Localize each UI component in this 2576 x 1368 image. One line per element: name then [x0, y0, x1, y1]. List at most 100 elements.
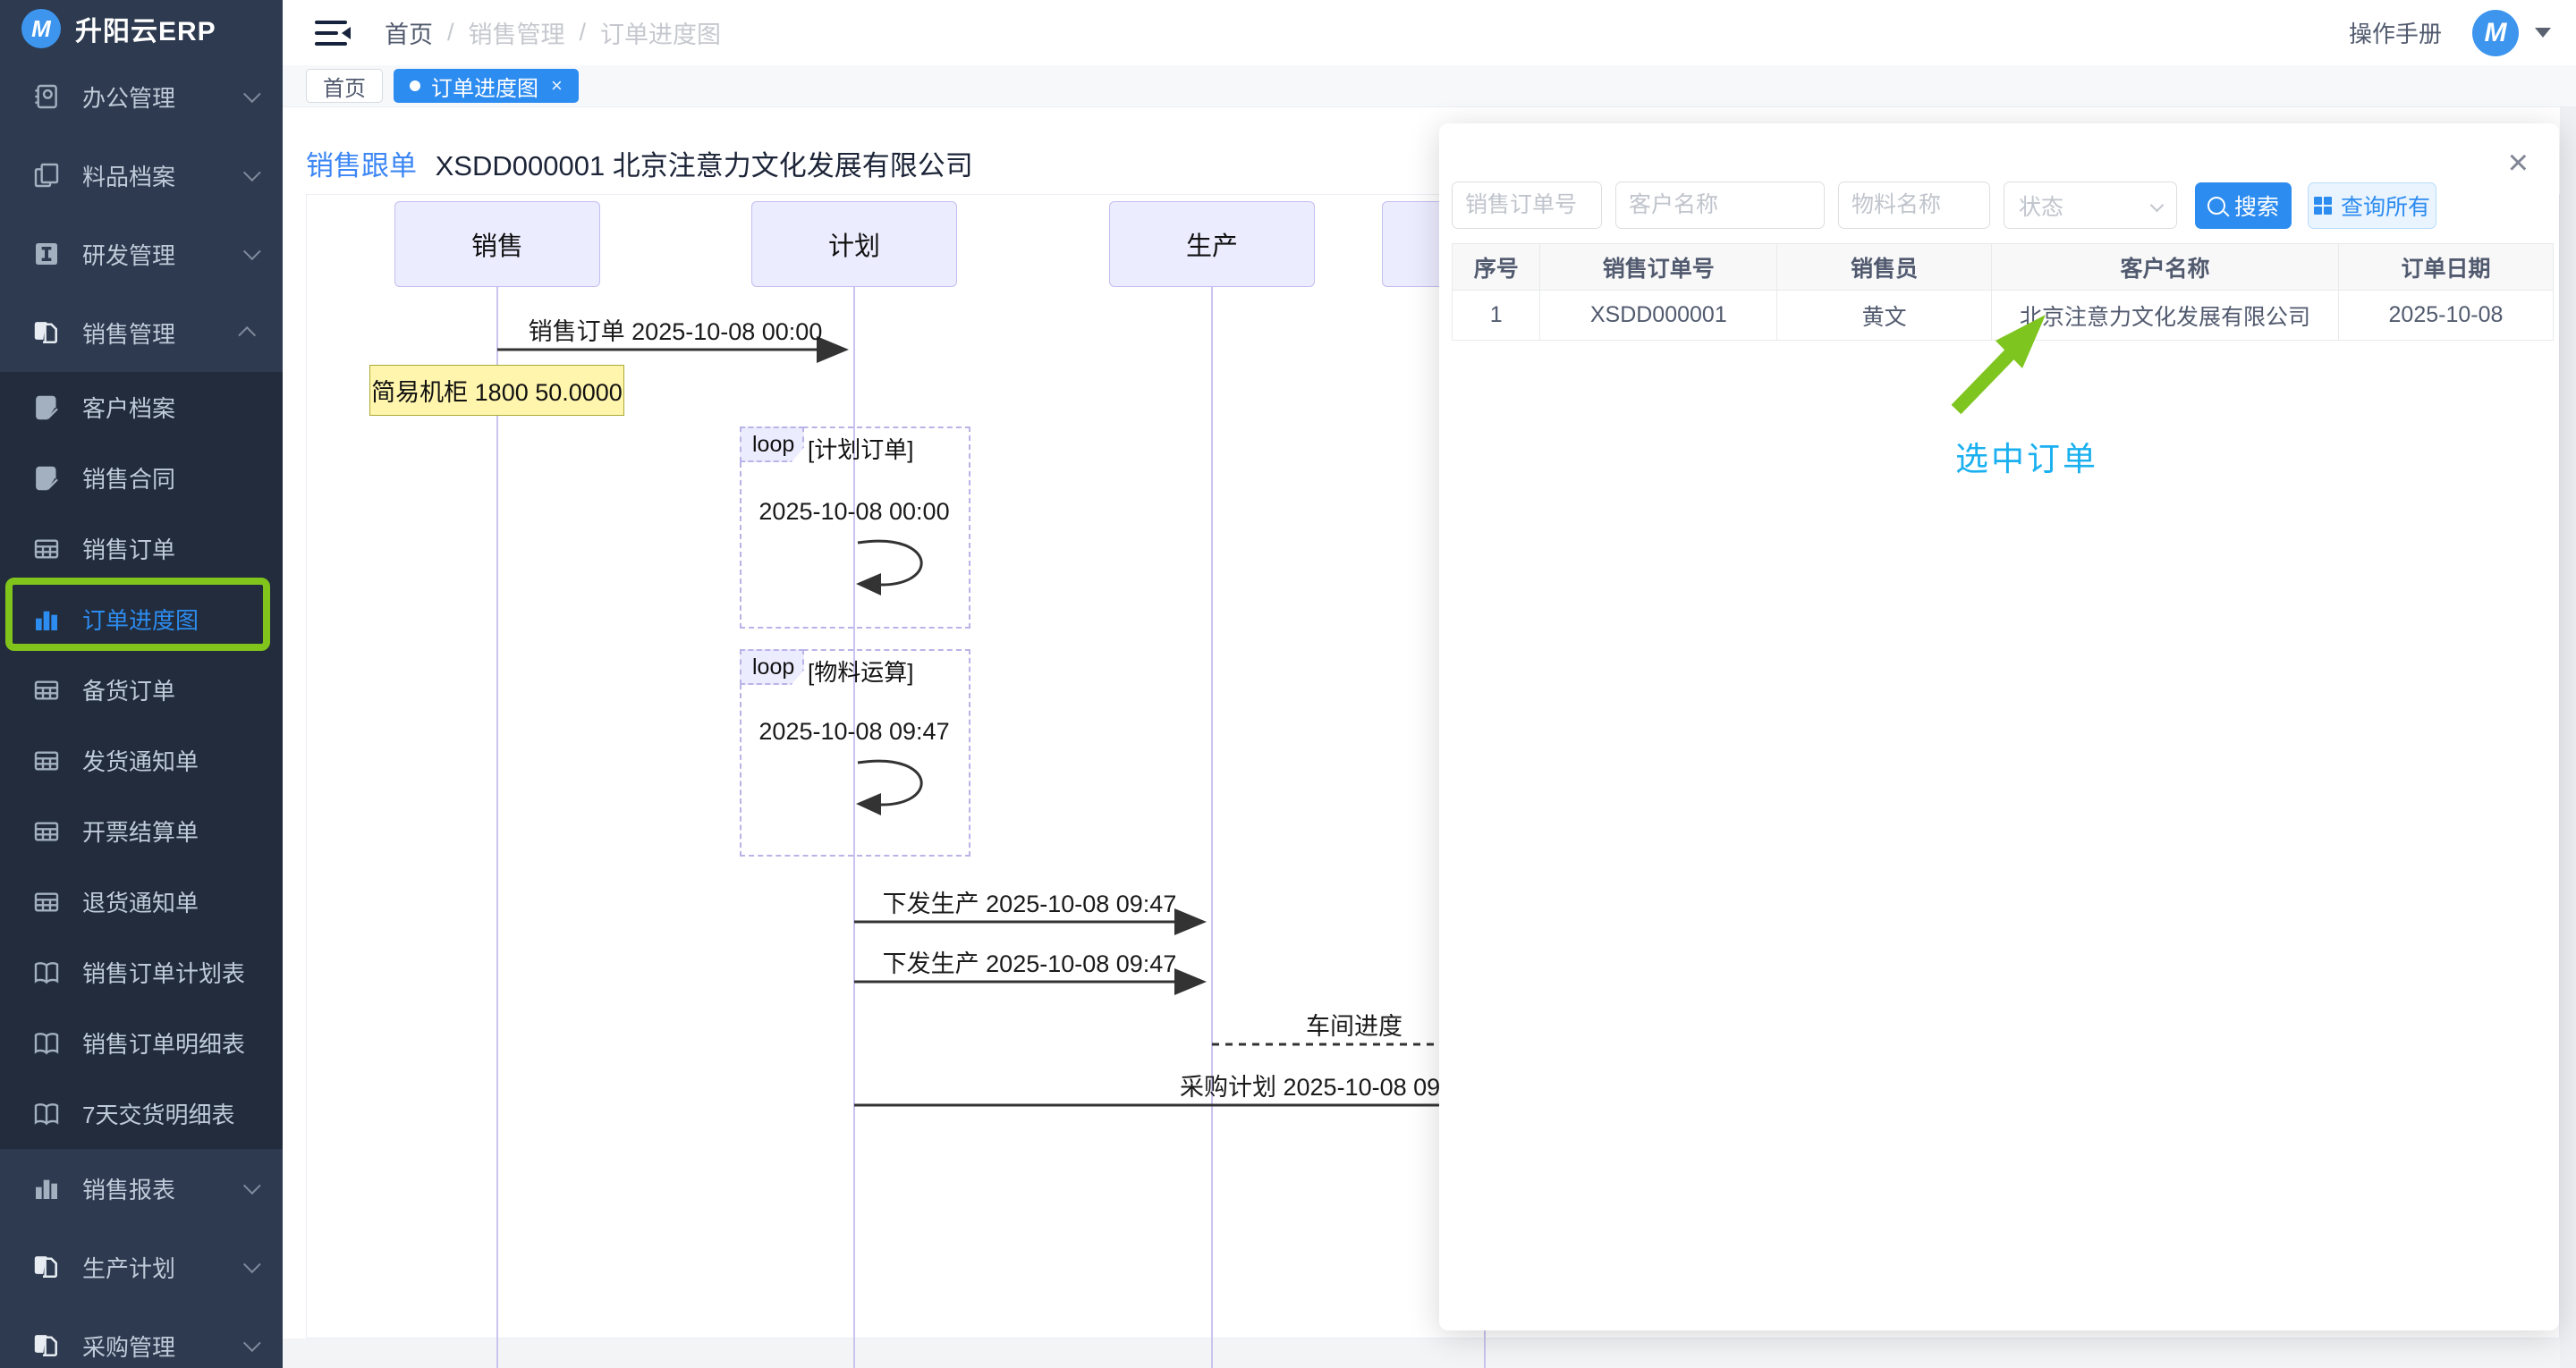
- tab-label: 订单进度图: [431, 71, 538, 102]
- doc-edit-icon: [32, 464, 61, 493]
- page-title-link[interactable]: 销售跟单: [306, 150, 417, 182]
- sidebar-item-office[interactable]: 办公管理: [0, 57, 283, 136]
- sidebar-item-label: 销售管理: [82, 317, 175, 350]
- bottom-strip: [283, 1338, 2560, 1368]
- tab-close-icon[interactable]: ×: [551, 76, 563, 96]
- clipboard-icon: [32, 82, 61, 111]
- sidebar-item-sales-report[interactable]: 销售报表: [0, 1149, 283, 1228]
- sidebar-item-7day-delivery-report[interactable]: 7天交货明细表: [0, 1078, 283, 1149]
- chevron-down-icon: [243, 242, 261, 260]
- query-all-button[interactable]: 查询所有: [2308, 182, 2436, 229]
- sidebar-item-label: 销售合同: [82, 461, 175, 494]
- chevron-down-icon: [243, 1177, 261, 1195]
- sidebar-item-sales[interactable]: 销售管理: [0, 293, 283, 372]
- table-icon: [32, 888, 61, 916]
- page-title-text: XSDD000001 北京注意力文化发展有限公司: [436, 150, 973, 182]
- table-icon: [32, 747, 61, 775]
- file-copy-icon: [32, 1253, 61, 1281]
- green-arrow-annotation: [1940, 309, 2056, 421]
- search-button[interactable]: 搜索: [2195, 182, 2292, 229]
- breadcrumb: 首页 / 销售管理 / 订单进度图: [385, 15, 721, 50]
- tabbar: 首页 订单进度图 ×: [283, 65, 2576, 107]
- cell-index: 1: [1453, 291, 1540, 341]
- app-logo-icon: M: [21, 9, 61, 48]
- file-copy-icon: [32, 318, 61, 347]
- sidebar-item-purchase[interactable]: 采购管理: [0, 1306, 283, 1368]
- status-select[interactable]: 状态: [2004, 182, 2177, 229]
- col-header-salesperson: 销售员: [1777, 244, 1992, 291]
- sidebar-item-order-progress[interactable]: 订单进度图: [0, 584, 283, 654]
- sidebar-item-label: 销售报表: [82, 1172, 175, 1205]
- sidebar-item-label: 备货订单: [82, 673, 175, 706]
- chevron-down-icon: [2150, 198, 2165, 213]
- avatar[interactable]: M: [2472, 10, 2519, 56]
- breadcrumb-sales[interactable]: 销售管理: [469, 15, 565, 50]
- sidebar-item-label: 料品档案: [82, 159, 175, 192]
- doc-edit-icon: [32, 393, 61, 422]
- sidebar-item-shipping-notice[interactable]: 发货通知单: [0, 725, 283, 796]
- sidebar-item-stock-order[interactable]: 备货订单: [0, 654, 283, 725]
- breadcrumb-separator: /: [580, 19, 587, 46]
- col-header-order-no: 销售订单号: [1540, 244, 1777, 291]
- erp-screen: M 升阳云ERP 办公管理 料品档案 研发管理 销售管理 客户档案: [0, 0, 2576, 1368]
- sidebar-item-label: 发货通知单: [82, 744, 199, 777]
- sidebar-item-label: 销售订单明细表: [82, 1026, 245, 1060]
- sidebar-item-label: 销售订单: [82, 532, 175, 565]
- order-no-input[interactable]: [1452, 182, 1602, 229]
- sidebar-item-sales-contract[interactable]: 销售合同: [0, 443, 283, 513]
- open-book-icon: [32, 1029, 61, 1058]
- sidebar-item-production-plan[interactable]: 生产计划: [0, 1228, 283, 1306]
- filter-row: 状态 搜索 查询所有: [1452, 182, 2436, 229]
- breadcrumb-home[interactable]: 首页: [385, 15, 433, 50]
- table-header-row: 序号 销售订单号 销售员 客户名称 订单日期: [1453, 244, 2554, 291]
- search-button-label: 搜索: [2234, 190, 2279, 222]
- sidebar-item-label: 7天交货明细表: [82, 1097, 234, 1130]
- sidebar-item-label: 销售订单计划表: [82, 956, 245, 989]
- table-icon: [32, 535, 61, 563]
- menu-fold-icon[interactable]: [315, 20, 351, 46]
- sidebar-item-order-plan-report[interactable]: 销售订单计划表: [0, 937, 283, 1008]
- chevron-down-icon: [243, 164, 261, 182]
- sales-submenu: 客户档案 销售合同 销售订单 订单进度图 备货订单 发货通知单: [0, 372, 283, 1149]
- sidebar-item-label: 研发管理: [82, 238, 175, 271]
- sidebar-item-label: 退货通知单: [82, 885, 199, 918]
- tab-order-progress[interactable]: 订单进度图 ×: [394, 69, 579, 103]
- sidebar-item-label: 订单进度图: [82, 603, 199, 636]
- close-icon[interactable]: ×: [2508, 145, 2529, 181]
- cell-order-date: 2025-10-08: [2338, 291, 2553, 341]
- i-square-icon: [32, 240, 61, 268]
- sidebar-item-label: 客户档案: [82, 391, 175, 424]
- order-select-panel: × 状态 搜索 查询所有 序号: [1439, 123, 2559, 1330]
- chevron-down-icon: [243, 1334, 261, 1352]
- tab-home[interactable]: 首页: [306, 69, 383, 103]
- grid-icon: [2314, 197, 2332, 215]
- status-select-value: 状态: [2019, 190, 2063, 222]
- breadcrumb-separator: /: [447, 19, 454, 46]
- tab-active-dot: [410, 80, 420, 91]
- sidebar-item-rnd[interactable]: 研发管理: [0, 215, 283, 293]
- col-header-customer: 客户名称: [1992, 244, 2339, 291]
- material-name-input[interactable]: [1838, 182, 1990, 229]
- search-icon: [2207, 197, 2225, 215]
- chevron-down-icon: [243, 85, 261, 103]
- sidebar-item-order-detail-report[interactable]: 销售订单明细表: [0, 1008, 283, 1078]
- customer-name-input[interactable]: [1615, 182, 1825, 229]
- sidebar-item-sales-order[interactable]: 销售订单: [0, 513, 283, 584]
- tab-label: 首页: [323, 71, 366, 102]
- query-all-label: 查询所有: [2341, 190, 2430, 222]
- manual-link[interactable]: 操作手册: [2349, 16, 2442, 49]
- chevron-down-icon: [243, 1255, 261, 1273]
- col-header-order-date: 订单日期: [2338, 244, 2553, 291]
- col-header-index: 序号: [1453, 244, 1540, 291]
- app-logo: M 升阳云ERP: [0, 0, 283, 57]
- open-book-icon: [32, 1100, 61, 1128]
- topbar: 首页 / 销售管理 / 订单进度图 操作手册 M: [283, 0, 2576, 65]
- sidebar-item-materials[interactable]: 料品档案: [0, 136, 283, 215]
- sidebar-item-customer-archive[interactable]: 客户档案: [0, 372, 283, 443]
- sidebar-item-label: 采购管理: [82, 1330, 175, 1363]
- avatar-caret-icon[interactable]: [2535, 28, 2551, 38]
- right-gutter: [2560, 107, 2576, 1368]
- sidebar-item-return-notice[interactable]: 退货通知单: [0, 866, 283, 937]
- sidebar-item-invoice-settlement[interactable]: 开票结算单: [0, 796, 283, 866]
- bar-chart-icon: [32, 1174, 61, 1203]
